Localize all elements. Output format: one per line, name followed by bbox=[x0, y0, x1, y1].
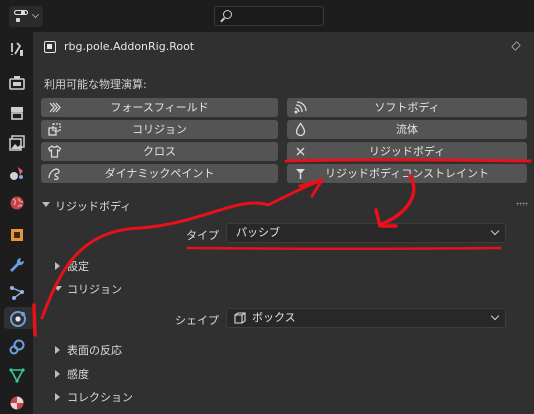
dynamic-paint-label: ダイナミックペイント bbox=[104, 167, 215, 180]
sensitivity-title: 感度 bbox=[67, 368, 89, 381]
chevron-down-icon bbox=[490, 226, 500, 236]
properties-editor-icon bbox=[14, 10, 28, 23]
data-tab[interactable] bbox=[6, 364, 28, 386]
collision-button[interactable]: コリジョン bbox=[41, 120, 278, 139]
modifier-tab[interactable] bbox=[6, 254, 28, 276]
shape-label: シェイプ bbox=[175, 314, 219, 327]
rigid-body-title: リジッドボディ bbox=[55, 200, 132, 213]
sensitivity-subpanel-header[interactable]: 感度 bbox=[33, 362, 534, 384]
force-field-label: フォースフィールド bbox=[110, 101, 209, 114]
cube-icon bbox=[11, 229, 23, 241]
collection-subpanel-header[interactable]: コレクション bbox=[33, 385, 534, 407]
constraint-icon bbox=[9, 339, 25, 355]
collapse-triangle-icon bbox=[42, 202, 50, 207]
dynamic-paint-button[interactable]: ダイナミックペイント bbox=[41, 164, 278, 183]
output-tab[interactable] bbox=[6, 102, 28, 124]
rigid-body-panel-header[interactable]: リジッドボディ bbox=[33, 193, 534, 215]
rigid-body-constraint-label: リジッドボディコンストレイント bbox=[324, 167, 489, 180]
surface-response-subpanel-header[interactable]: 表面の反応 bbox=[33, 338, 534, 360]
rigid-body-button[interactable]: リジッドボディ bbox=[287, 142, 527, 161]
globe-icon bbox=[10, 196, 24, 210]
collision-label: コリジョン bbox=[132, 123, 187, 136]
box-shape-icon bbox=[234, 312, 246, 324]
editor-type-dropdown[interactable] bbox=[9, 6, 43, 27]
fluid-drop-icon bbox=[295, 122, 306, 137]
object-tab[interactable] bbox=[6, 224, 28, 246]
collision-subpanel-header[interactable]: コリジョン bbox=[33, 277, 534, 299]
available-physics-label: 利用可能な物理演算: bbox=[44, 78, 147, 91]
scene-icon bbox=[10, 167, 23, 180]
particles-tab[interactable] bbox=[6, 282, 28, 304]
search-icon bbox=[223, 10, 232, 19]
expand-triangle-icon bbox=[55, 262, 60, 270]
properties-tab-bar bbox=[0, 32, 33, 414]
shape-value: ボックス bbox=[252, 311, 296, 324]
render-tab[interactable] bbox=[6, 72, 28, 94]
expand-triangle-icon bbox=[55, 370, 60, 378]
collection-title: コレクション bbox=[67, 391, 133, 404]
tool-tab[interactable] bbox=[6, 38, 28, 60]
chevron-down-icon bbox=[490, 311, 500, 321]
particles-icon bbox=[10, 286, 24, 300]
wrench-icon bbox=[10, 257, 25, 272]
type-label: タイプ bbox=[186, 229, 219, 242]
object-icon bbox=[44, 41, 56, 53]
close-x-icon bbox=[296, 147, 305, 156]
rigid-body-constraint-button[interactable]: リジッドボディコンストレイント bbox=[287, 164, 527, 183]
force-field-icon bbox=[49, 102, 61, 113]
settings-subpanel-header[interactable]: 設定 bbox=[33, 254, 534, 276]
properties-header bbox=[0, 0, 534, 32]
physics-properties-panel: rbg.pole.AddonRig.Root 利用可能な物理演算: フォースフィ… bbox=[33, 32, 534, 414]
camera-back-icon bbox=[9, 76, 25, 90]
printer-icon bbox=[11, 107, 23, 120]
object-name: rbg.pole.AddonRig.Root bbox=[64, 40, 195, 53]
view-layer-tab[interactable] bbox=[6, 132, 28, 154]
soft-body-label: ソフトボディ bbox=[374, 101, 440, 114]
material-sphere-icon bbox=[10, 396, 24, 410]
mesh-data-icon bbox=[9, 368, 25, 383]
soft-body-icon bbox=[294, 101, 307, 114]
expand-triangle-icon bbox=[55, 346, 60, 354]
force-field-button[interactable]: フォースフィールド bbox=[41, 98, 278, 117]
physics-orbit-icon bbox=[10, 311, 26, 327]
chevron-down-icon bbox=[32, 11, 39, 18]
rigid-body-label: リジッドボディ bbox=[368, 145, 446, 158]
collision-icon bbox=[48, 123, 61, 136]
fluid-label: 流体 bbox=[396, 123, 418, 136]
cloth-button[interactable]: クロス bbox=[41, 142, 278, 161]
pin-icon[interactable] bbox=[510, 41, 522, 53]
physics-tab[interactable] bbox=[4, 307, 33, 329]
dynamic-paint-icon bbox=[48, 168, 60, 181]
scene-tab[interactable] bbox=[6, 162, 28, 184]
type-dropdown[interactable]: パッシブ bbox=[226, 223, 506, 243]
drag-grip-icon[interactable] bbox=[516, 202, 528, 206]
cloth-label: クロス bbox=[143, 145, 176, 158]
image-stack-icon bbox=[9, 135, 25, 151]
settings-title: 設定 bbox=[67, 260, 89, 273]
type-value: パッシブ bbox=[236, 226, 280, 239]
search-input[interactable] bbox=[214, 6, 324, 26]
collision-title: コリジョン bbox=[67, 283, 122, 296]
constraints-tab[interactable] bbox=[6, 336, 28, 358]
material-tab[interactable] bbox=[6, 392, 28, 414]
surface-response-title: 表面の反応 bbox=[67, 344, 122, 357]
cloth-shirt-icon bbox=[47, 145, 62, 158]
rigid-constraint-icon bbox=[296, 169, 305, 179]
soft-body-button[interactable]: ソフトボディ bbox=[287, 98, 527, 117]
shape-dropdown[interactable]: ボックス bbox=[226, 308, 506, 328]
wrench-screwdriver-icon bbox=[11, 42, 23, 56]
object-context-row: rbg.pole.AddonRig.Root bbox=[33, 32, 534, 62]
fluid-button[interactable]: 流体 bbox=[287, 120, 527, 139]
world-tab[interactable] bbox=[6, 192, 28, 214]
expand-triangle-icon bbox=[55, 393, 60, 401]
collapse-triangle-icon bbox=[54, 286, 62, 291]
